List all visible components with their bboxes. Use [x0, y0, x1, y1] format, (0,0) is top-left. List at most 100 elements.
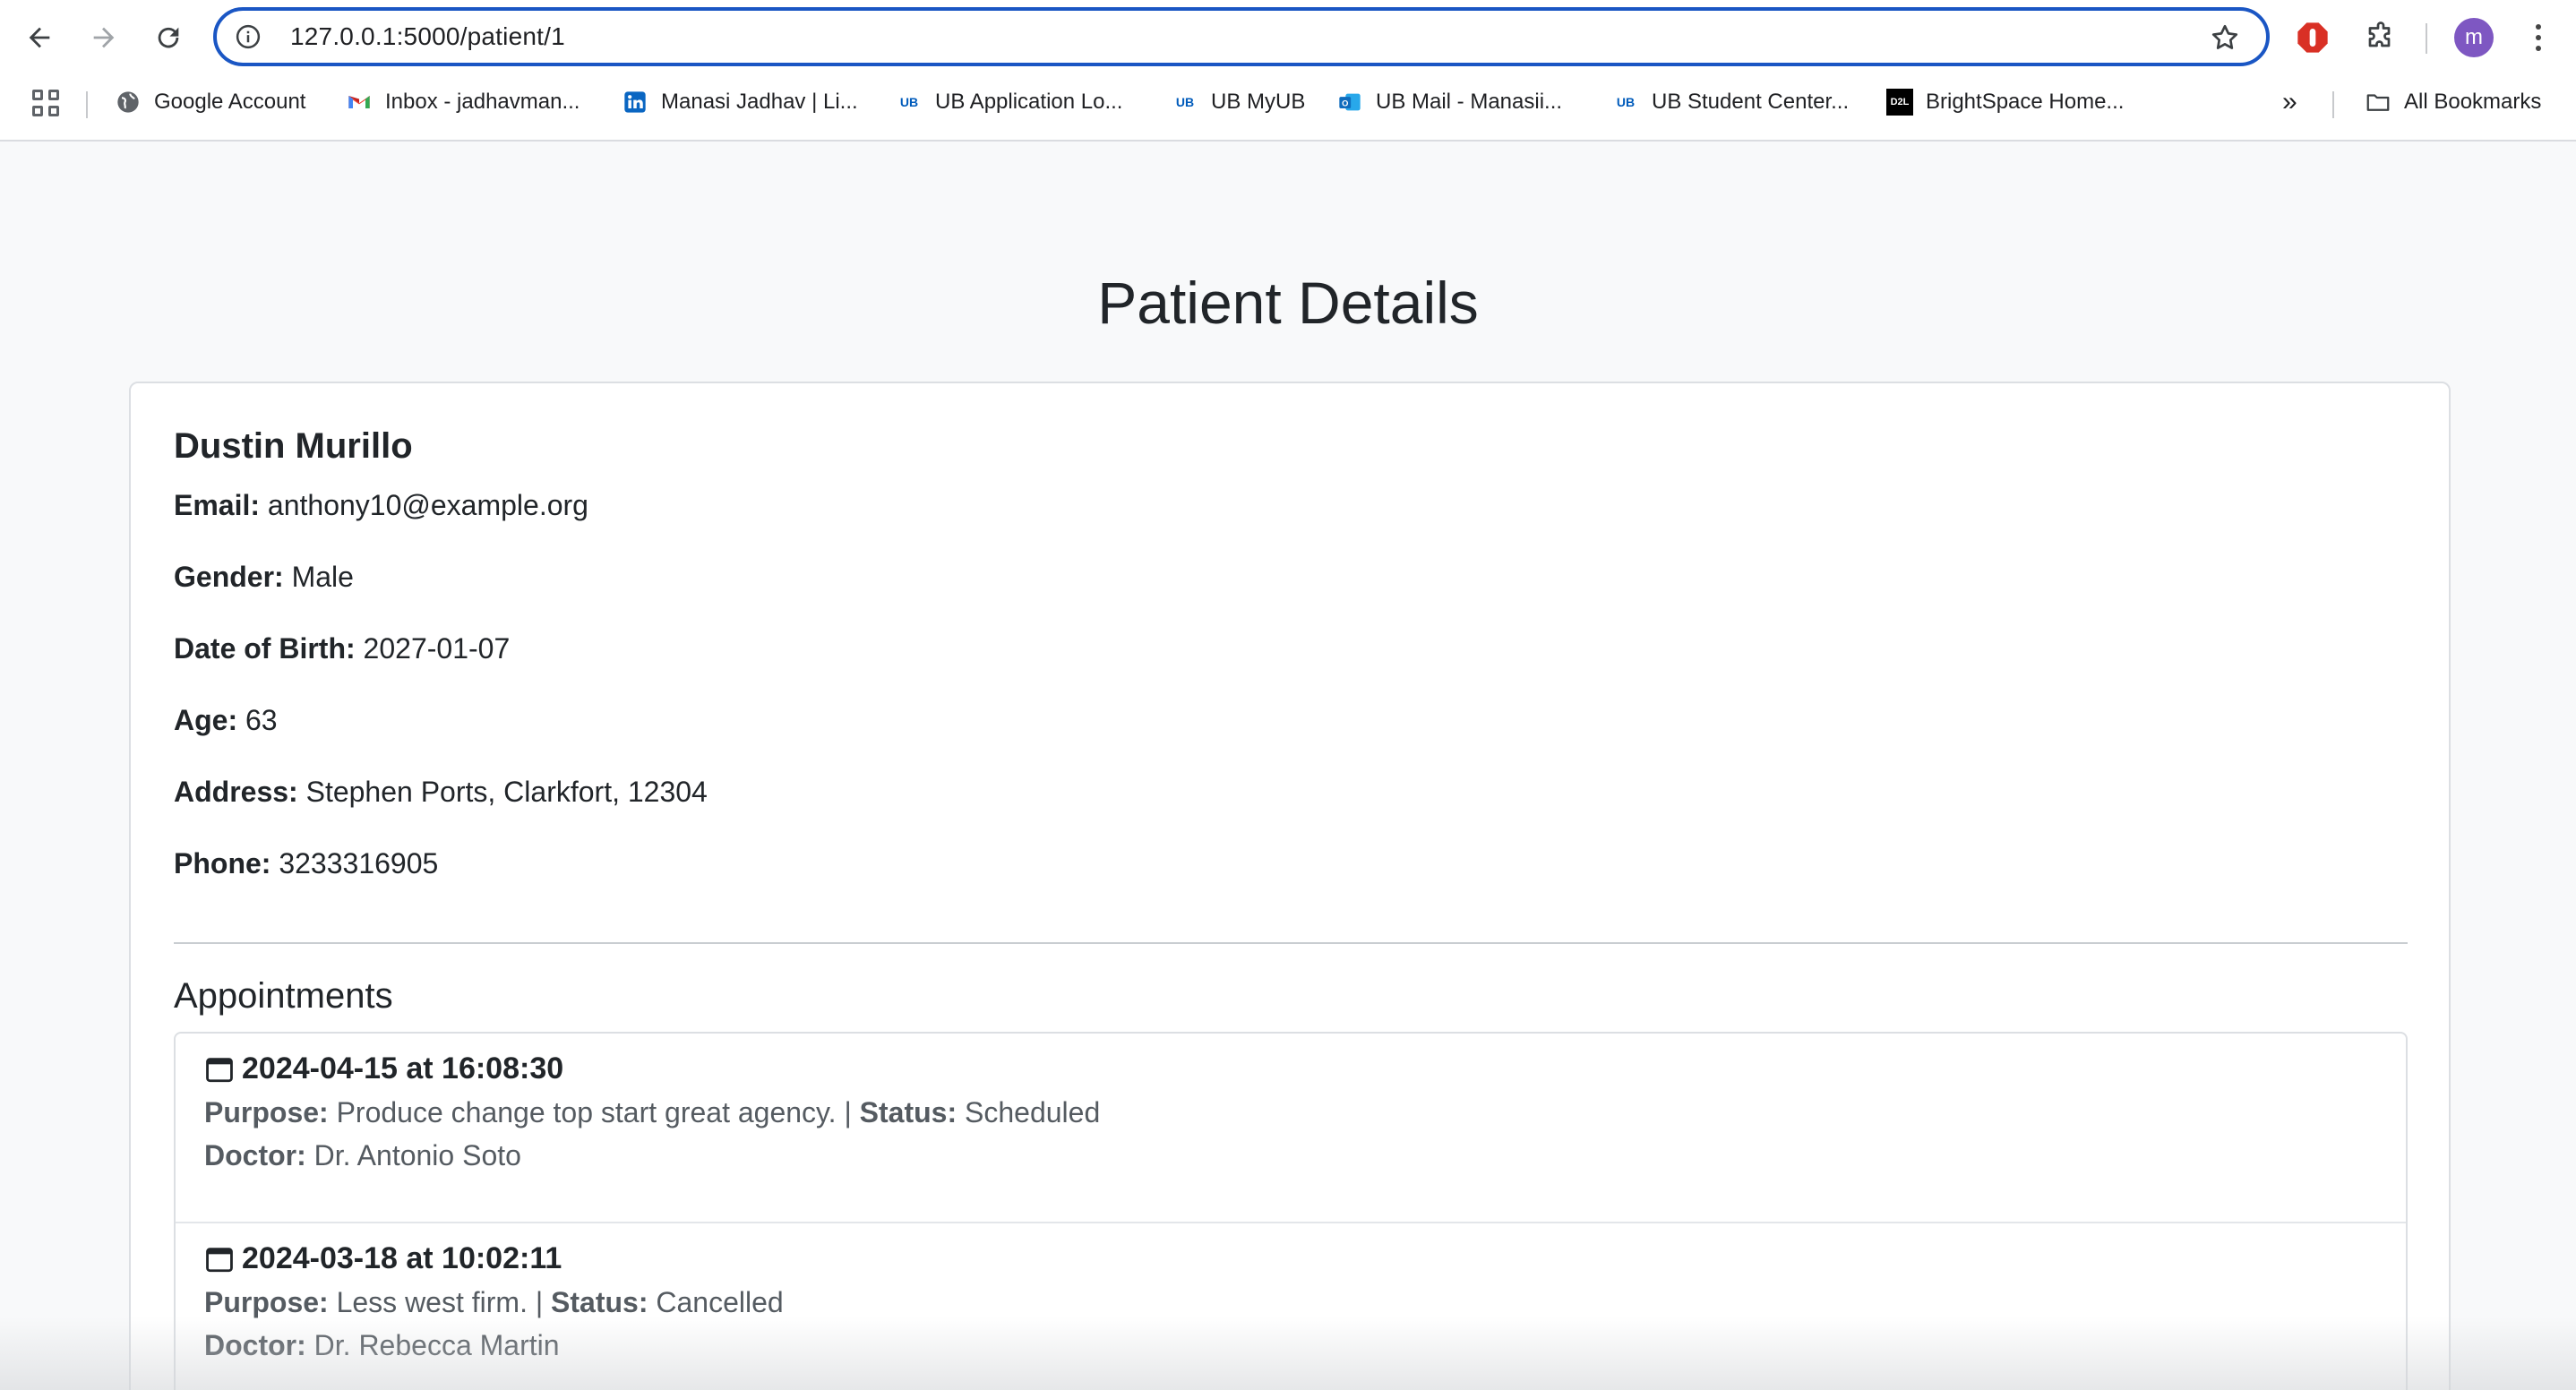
section-divider: [174, 942, 2408, 944]
toolbar-divider: [2426, 23, 2427, 54]
all-bookmarks-folder[interactable]: All Bookmarks: [2365, 84, 2541, 120]
field-value: 2027-01-07: [363, 632, 511, 665]
svg-text:O: O: [1342, 99, 1348, 108]
appointments-list: 2024-04-15 at 16:08:30 Purpose: Produce …: [174, 1032, 2408, 1390]
purpose-label: Purpose:: [204, 1096, 329, 1128]
calendar-icon: [206, 1247, 233, 1272]
patient-address: Address: Stephen Ports, Clarkfort, 12304: [174, 776, 708, 809]
appointment-purpose-status: Purpose: Less west firm. | Status: Cance…: [204, 1286, 784, 1319]
bookmark-ub-myub[interactable]: UB UB MyUB: [1172, 84, 1305, 120]
appointment-purpose-status: Purpose: Produce change top start great …: [204, 1096, 1100, 1129]
browser-toolbar: 127.0.0.1:5000/patient/1 m: [0, 0, 2576, 73]
field-label: Age:: [174, 704, 238, 736]
field-value: anthony10@example.org: [267, 489, 588, 521]
ub-icon: UB: [1616, 95, 1636, 109]
appointment-doctor: Doctor: Dr. Rebecca Martin: [204, 1329, 560, 1362]
field-value: 3233316905: [279, 847, 439, 879]
field-label: Phone:: [174, 847, 271, 879]
back-arrow-icon: [29, 27, 50, 48]
status-label: Status:: [551, 1286, 648, 1318]
bookmarks-divider: [2332, 91, 2334, 118]
status-value: Cancelled: [656, 1286, 784, 1318]
page-title: Patient Details: [1097, 270, 1479, 336]
apps-grid-icon[interactable]: [32, 90, 61, 118]
url-text[interactable]: 127.0.0.1:5000/patient/1: [290, 22, 565, 51]
field-label: Address:: [174, 776, 298, 808]
appointment-datetime: 2024-04-15 at 16:08:30: [204, 1051, 563, 1086]
purpose-value: Less west firm.: [336, 1286, 528, 1318]
appointment-item: 2024-03-18 at 10:02:11 Purpose: Less wes…: [176, 1222, 2406, 1390]
doctor-label: Doctor:: [204, 1329, 306, 1361]
appointment-date-text: 2024-03-18 at 10:02:11: [242, 1241, 562, 1275]
gmail-icon: [346, 89, 373, 116]
bookmark-ub-application[interactable]: UB UB Application Lo...: [896, 84, 1123, 120]
bookmark-label: BrightSpace Home...: [1926, 90, 2125, 114]
site-info-icon[interactable]: [233, 21, 263, 52]
reload-icon: [158, 27, 179, 48]
extensions-puzzle-icon[interactable]: [2361, 18, 2400, 57]
patient-name: Dustin Murillo: [174, 426, 413, 466]
browser-chrome: 127.0.0.1:5000/patient/1 m Google Accoun…: [0, 0, 2576, 142]
appointments-heading: Appointments: [174, 976, 393, 1016]
bookmarks-divider: [86, 91, 88, 118]
patient-gender: Gender: Male: [174, 561, 354, 594]
ub-icon: UB: [1175, 95, 1195, 109]
field-label: Date of Birth:: [174, 632, 356, 665]
profile-avatar[interactable]: m: [2454, 18, 2494, 57]
doctor-value: Dr. Antonio Soto: [313, 1139, 521, 1171]
outlook-icon: O: [1336, 89, 1363, 116]
patient-dob: Date of Birth: 2027-01-07: [174, 632, 510, 665]
d2l-icon: D2L: [1886, 89, 1913, 116]
globe-icon: [115, 89, 142, 116]
field-value: 63: [245, 704, 278, 736]
appointment-item: 2024-04-15 at 16:08:30 Purpose: Produce …: [176, 1034, 2406, 1222]
status-value: Scheduled: [965, 1096, 1101, 1128]
forward-arrow-icon: [93, 27, 115, 48]
patient-email: Email: anthony10@example.org: [174, 489, 588, 522]
address-bar[interactable]: 127.0.0.1:5000/patient/1: [213, 7, 2270, 66]
status-label: Status:: [859, 1096, 957, 1128]
calendar-icon: [206, 1057, 233, 1082]
reload-button[interactable]: [143, 13, 193, 63]
field-value: Stephen Ports, Clarkfort, 12304: [305, 776, 708, 808]
bookmark-linkedin[interactable]: Manasi Jadhav | Li...: [622, 84, 858, 120]
patient-card: Dustin Murillo Email: anthony10@example.…: [129, 382, 2451, 1390]
field-label: Email:: [174, 489, 261, 521]
doctor-value: Dr. Rebecca Martin: [313, 1329, 560, 1361]
purpose-label: Purpose:: [204, 1286, 329, 1318]
bookmark-gmail-inbox[interactable]: Inbox - jadhavman...: [346, 84, 580, 120]
bookmark-ub-student-center[interactable]: UB UB Student Center...: [1612, 84, 1849, 120]
bookmark-brightspace[interactable]: D2L BrightSpace Home...: [1886, 84, 2124, 120]
bookmark-label: UB MyUB: [1211, 90, 1306, 114]
separator: |: [535, 1286, 544, 1318]
bookmark-label: Inbox - jadhavman...: [385, 90, 580, 114]
field-value: Male: [291, 561, 354, 593]
bookmark-label: UB Student Center...: [1652, 90, 1850, 114]
linkedin-icon: [622, 89, 648, 116]
adblock-extension-icon[interactable]: [2293, 18, 2332, 57]
forward-button[interactable]: [79, 13, 129, 63]
back-button[interactable]: [14, 13, 64, 63]
bookmark-label: Google Account: [154, 90, 306, 114]
bookmark-google-account[interactable]: Google Account: [115, 84, 305, 120]
bookmark-star-icon[interactable]: [2209, 21, 2241, 54]
more-bookmarks-chevron-icon[interactable]: »: [2282, 84, 2297, 120]
doctor-label: Doctor:: [204, 1139, 306, 1171]
bookmark-label: UB Application Lo...: [935, 90, 1123, 114]
appointment-datetime: 2024-03-18 at 10:02:11: [204, 1241, 562, 1276]
patient-phone: Phone: 3233316905: [174, 847, 438, 880]
purpose-value: Produce change top start great agency.: [336, 1096, 837, 1128]
field-label: Gender:: [174, 561, 284, 593]
bookmark-label: UB Mail - Manasii...: [1376, 90, 1563, 114]
bookmark-label: Manasi Jadhav | Li...: [661, 90, 858, 114]
folder-icon: [2365, 89, 2391, 116]
patient-age: Age: 63: [174, 704, 278, 737]
separator: |: [844, 1096, 852, 1128]
bookmark-ub-mail[interactable]: O UB Mail - Manasii...: [1336, 84, 1562, 120]
browser-menu-icon[interactable]: [2528, 18, 2549, 57]
bookmarks-bar: Google Account Inbox - jadhavman... Mana…: [0, 81, 2576, 125]
appointment-doctor: Doctor: Dr. Antonio Soto: [204, 1139, 521, 1172]
appointment-date-text: 2024-04-15 at 16:08:30: [242, 1051, 564, 1085]
ub-icon: UB: [899, 95, 919, 109]
all-bookmarks-label: All Bookmarks: [2404, 90, 2542, 114]
